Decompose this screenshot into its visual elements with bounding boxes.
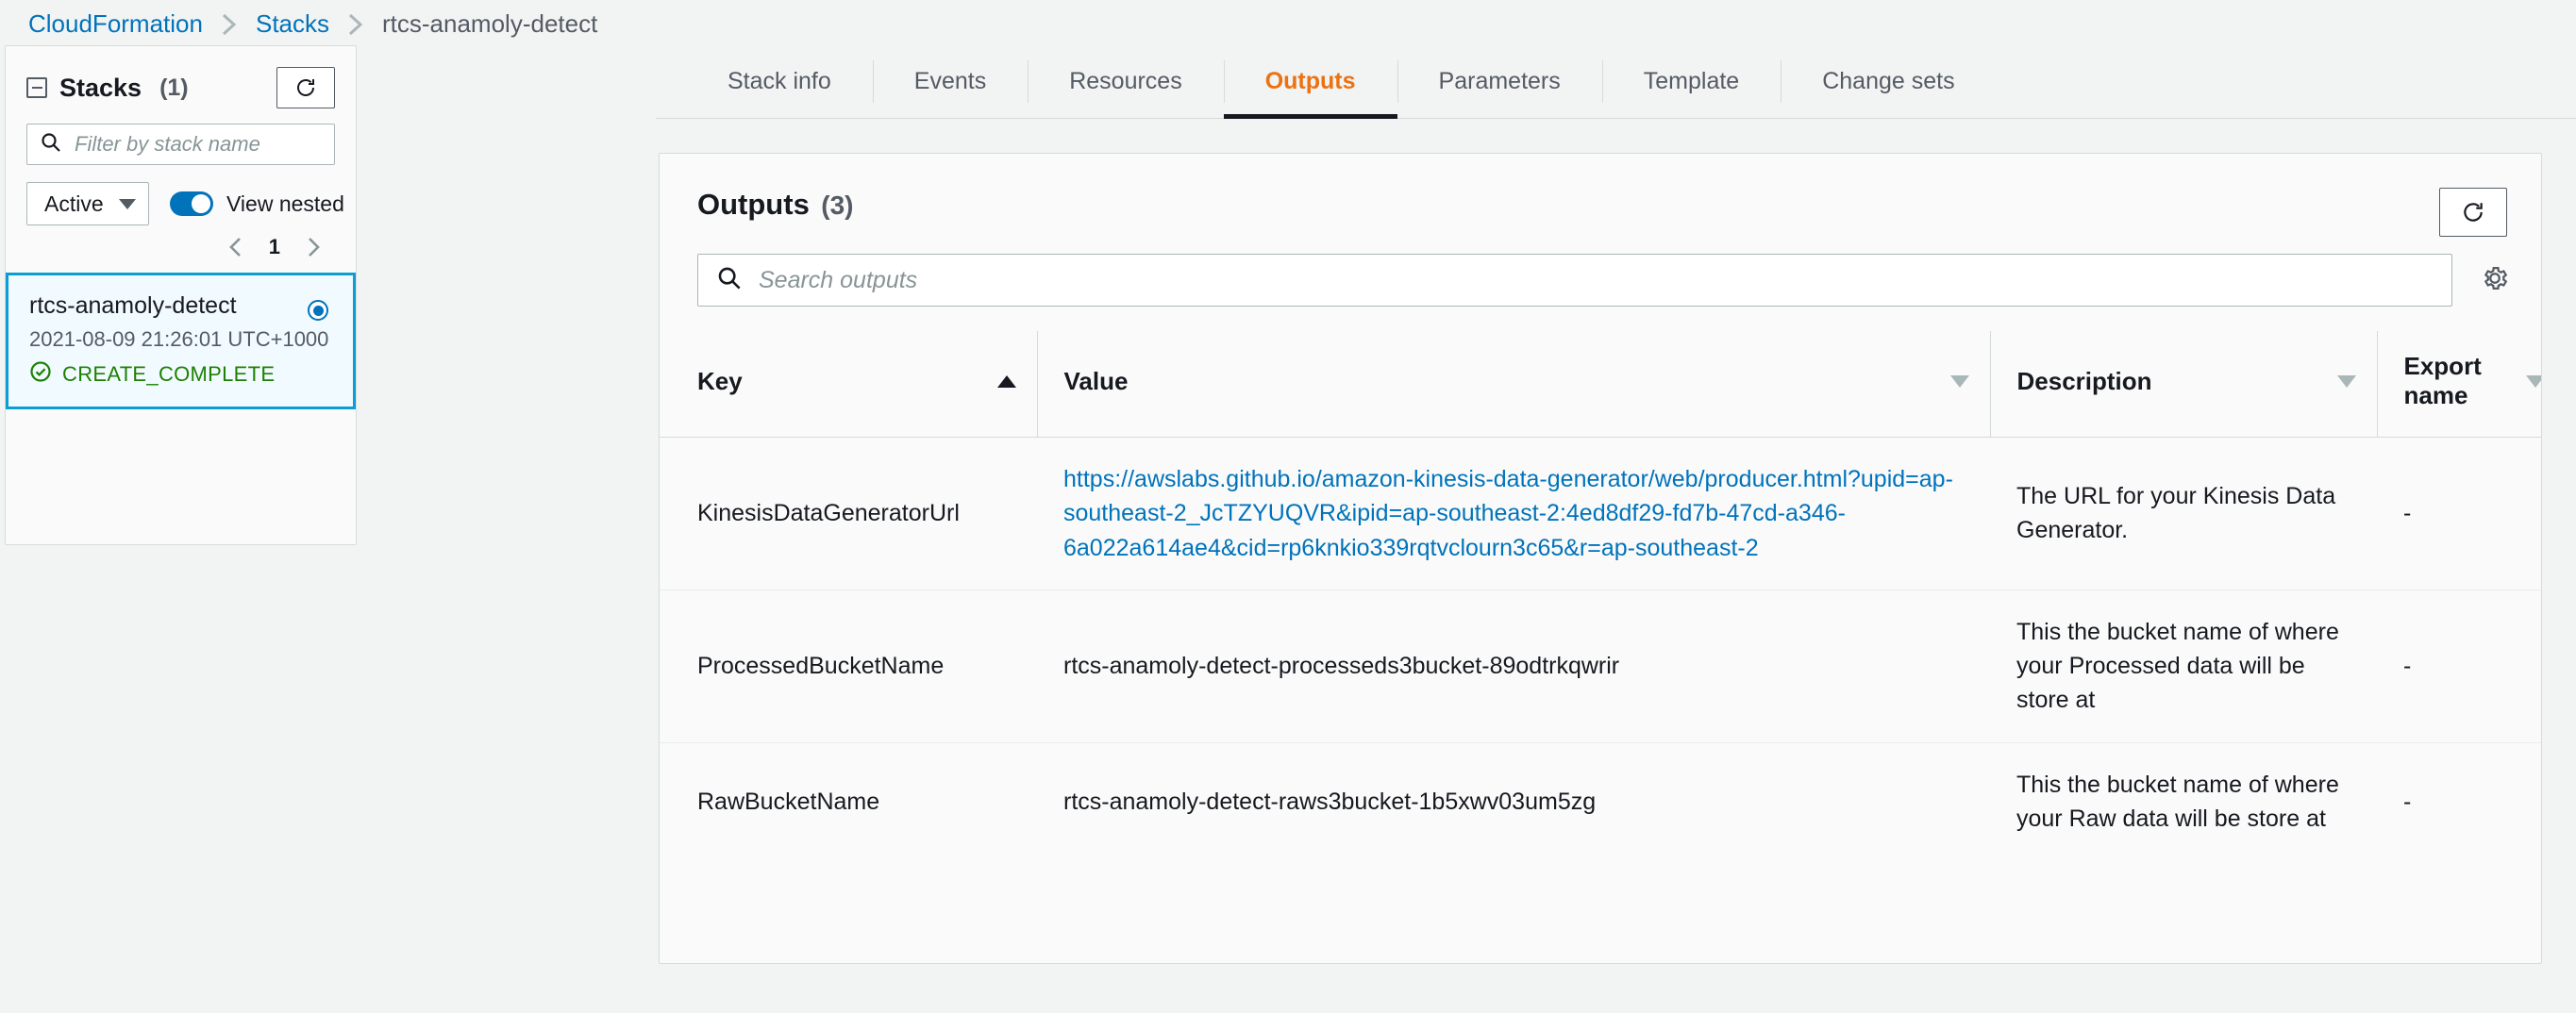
stacks-pagination: 1	[6, 225, 356, 259]
breadcrumb-item-stacks[interactable]: Stacks	[256, 9, 329, 39]
stack-filter-row	[6, 108, 356, 165]
cloudformation-stack-detail-page: CloudFormation Stacks rtcs-anamoly-detec…	[0, 0, 2576, 1013]
outputs-panel: Outputs (3) Search outputs Key Value Des…	[659, 153, 2542, 964]
refresh-icon	[2461, 200, 2485, 224]
tab-stack-info[interactable]: Stack info	[686, 45, 873, 118]
chevron-right-icon	[220, 12, 239, 37]
view-nested-group: View nested	[170, 191, 344, 217]
table-row: KinesisDataGeneratorUrl https://awslabs.…	[660, 437, 2541, 590]
output-value-link[interactable]: https://awslabs.github.io/amazon-kinesis…	[1063, 462, 1964, 565]
outputs-panel-header: Outputs (3)	[660, 154, 2541, 237]
gear-icon	[2481, 264, 2509, 297]
column-header-export-name-label: Export name	[2403, 352, 2482, 409]
tab-change-sets[interactable]: Change sets	[1781, 45, 1996, 118]
stack-list-item[interactable]: rtcs-anamoly-detect 2021-08-09 21:26:01 …	[6, 273, 356, 409]
stack-item-radio[interactable]	[308, 300, 328, 321]
stack-item-timestamp: 2021-08-09 21:26:01 UTC+1000	[29, 327, 329, 351]
chevron-right-icon	[346, 12, 365, 37]
check-circle-icon	[29, 360, 52, 388]
outputs-table: Key Value Description Export name Kinesi…	[660, 331, 2541, 860]
output-key: RawBucketName	[697, 788, 880, 815]
triangle-up-filled-icon	[996, 374, 1016, 388]
tab-events[interactable]: Events	[872, 45, 1028, 118]
output-export-name: -	[2403, 788, 2412, 815]
stack-item-status: CREATE_COMPLETE	[29, 360, 332, 388]
breadcrumb-item-cloudformation[interactable]: CloudFormation	[28, 9, 203, 39]
column-header-value[interactable]: Value	[1036, 331, 1990, 438]
outputs-table-header-row: Key Value Description Export name	[660, 331, 2541, 438]
triangle-down-outline-icon	[2526, 374, 2541, 388]
stack-detail-tabs: Stack info Events Resources Outputs Para…	[656, 45, 2576, 119]
stacks-title: Stacks	[59, 73, 142, 102]
stack-status-select[interactable]: Active	[26, 182, 149, 225]
output-key: ProcessedBucketName	[660, 590, 1037, 743]
outputs-title-group: Outputs (3)	[697, 188, 854, 222]
outputs-settings-button[interactable]	[2477, 264, 2513, 297]
pagination-page-1[interactable]: 1	[269, 235, 280, 259]
column-header-key-label: Key	[697, 366, 743, 395]
filter-stacks-input[interactable]	[73, 131, 334, 158]
output-export-name: -	[2377, 437, 2541, 590]
outputs-count: (3)	[821, 191, 854, 220]
refresh-outputs-button[interactable]	[2439, 188, 2507, 237]
tab-outputs[interactable]: Outputs	[1223, 45, 1397, 119]
search-outputs-input[interactable]	[757, 265, 2451, 295]
table-row: ProcessedBucketName rtcs-anamoly-detect-…	[660, 590, 2541, 743]
search-icon	[717, 266, 742, 295]
table-row: RawBucketName rtcs-anamoly-detect-raws3b…	[660, 742, 2541, 860]
breadcrumb-item-current: rtcs-anamoly-detect	[382, 9, 598, 38]
outputs-title: Outputs	[697, 188, 810, 221]
output-description: This the bucket name of where your Raw d…	[2016, 771, 2339, 832]
output-description: This the bucket name of where your Proce…	[1990, 590, 2377, 743]
chevron-down-icon	[118, 198, 136, 209]
tab-resources[interactable]: Resources	[1028, 45, 1224, 118]
output-key: KinesisDataGeneratorUrl	[660, 437, 1037, 590]
stacks-count: (1)	[159, 74, 189, 101]
minus-square-icon[interactable]	[26, 77, 47, 98]
tab-template[interactable]: Template	[1601, 45, 1781, 118]
stacks-title-group: Stacks (1)	[26, 74, 189, 103]
triangle-down-outline-icon	[2336, 374, 2356, 388]
output-value: https://awslabs.github.io/amazon-kinesis…	[1037, 437, 1990, 590]
refresh-icon	[294, 76, 317, 99]
view-nested-toggle[interactable]	[170, 191, 213, 216]
column-header-description-label: Description	[2016, 366, 2152, 395]
tab-parameters[interactable]: Parameters	[1397, 45, 1602, 118]
search-icon	[41, 132, 61, 158]
stacks-sidebar: Stacks (1) Filter by stack name Active V…	[5, 45, 357, 545]
column-header-value-label: Value	[1063, 366, 1129, 395]
chevron-left-icon[interactable]	[227, 236, 244, 258]
chevron-right-icon[interactable]	[305, 236, 322, 258]
breadcrumb: CloudFormation Stacks rtcs-anamoly-detec…	[28, 9, 597, 39]
output-export-name: -	[2377, 590, 2541, 743]
stacks-sidebar-header: Stacks (1)	[6, 46, 356, 108]
outputs-search-row	[660, 237, 2541, 307]
output-value: rtcs-anamoly-detect-raws3bucket-1b5xwv03…	[1063, 788, 1597, 815]
stack-item-status-label: CREATE_COMPLETE	[62, 361, 276, 386]
output-value: rtcs-anamoly-detect-processeds3bucket-89…	[1037, 590, 1990, 743]
triangle-down-outline-icon	[1949, 374, 1969, 388]
stack-detail-content: Stack info Events Resources Outputs Para…	[656, 45, 2576, 964]
stack-item-name: rtcs-anamoly-detect	[29, 292, 237, 319]
stack-status-select-value: Active	[44, 191, 104, 216]
output-description: The URL for your Kinesis Data Generator.	[1990, 437, 2377, 590]
column-header-description[interactable]: Description	[1989, 331, 2377, 438]
filter-stacks-box[interactable]	[26, 124, 335, 165]
view-nested-label: View nested	[226, 191, 344, 216]
column-header-key[interactable]: Key	[660, 331, 1037, 438]
stack-controls-row: Active View nested	[6, 165, 356, 225]
refresh-stacks-button[interactable]	[276, 67, 335, 108]
column-header-export-name[interactable]: Export name	[2376, 331, 2541, 438]
search-outputs-box[interactable]	[697, 254, 2452, 307]
